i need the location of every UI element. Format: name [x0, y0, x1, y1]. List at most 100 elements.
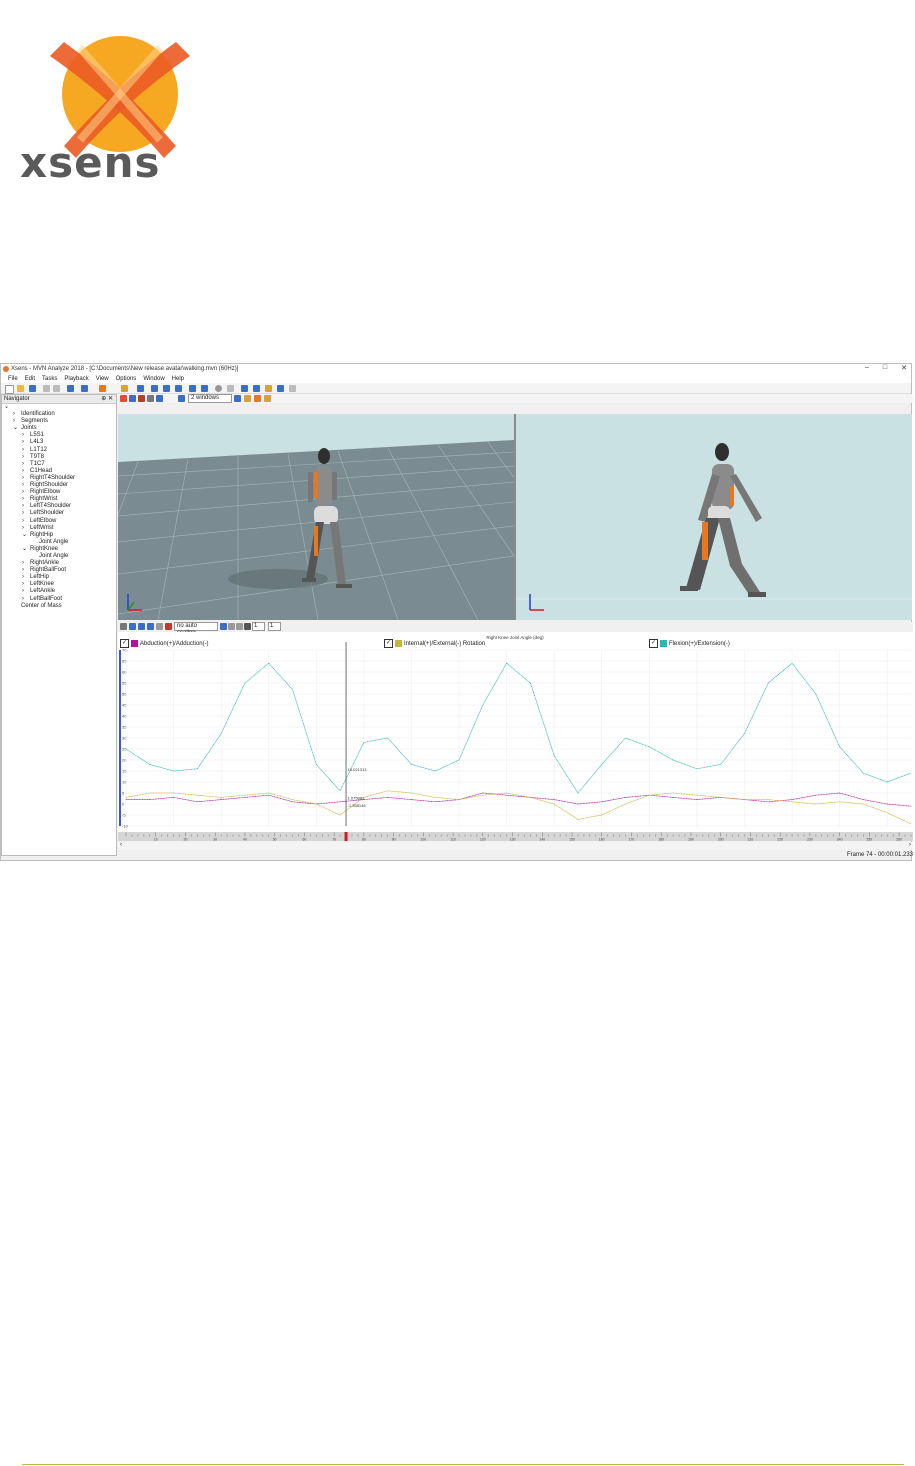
menu-help[interactable]: Help: [172, 376, 184, 382]
tree-item[interactable]: › L4L3: [2, 439, 116, 446]
menu-options[interactable]: Options: [116, 376, 137, 382]
import-icon[interactable]: [253, 385, 260, 392]
save-icon[interactable]: [29, 385, 36, 392]
chevron-right-icon[interactable]: ›: [22, 503, 30, 510]
avatar-icon[interactable]: [156, 395, 163, 402]
recording-icon[interactable]: [121, 385, 128, 392]
playhead-marker[interactable]: [344, 832, 348, 841]
tree-item[interactable]: › T1C7: [2, 461, 116, 468]
tree-item[interactable]: › LeftBallFoot: [2, 596, 116, 603]
chevron-down-icon[interactable]: ⌄: [22, 532, 30, 539]
chevron-right-icon[interactable]: ›: [22, 574, 30, 581]
redo-icon[interactable]: [81, 385, 88, 392]
tree-item[interactable]: › RightElbow: [2, 489, 116, 496]
tree-item[interactable]: › Identification: [2, 411, 116, 418]
legend-checkbox[interactable]: ✓: [384, 639, 393, 648]
chevron-right-icon[interactable]: ›: [22, 588, 30, 595]
chevron-right-icon[interactable]: ›: [22, 439, 30, 446]
fit-icon[interactable]: [147, 623, 154, 630]
tree-item[interactable]: ⌄ RightKnee: [2, 546, 116, 553]
tree-item[interactable]: › L1T12: [2, 447, 116, 454]
chevron-right-icon[interactable]: ›: [22, 581, 30, 588]
tree-item[interactable]: ⌄: [2, 404, 116, 411]
scroll-left-icon[interactable]: ‹: [120, 842, 122, 848]
chevron-right-icon[interactable]: ›: [13, 411, 21, 418]
legend-checkbox[interactable]: ✓: [649, 639, 658, 648]
undo-icon[interactable]: [67, 385, 74, 392]
legend-toggle-icon[interactable]: [236, 623, 243, 630]
viewport-perspective[interactable]: [118, 414, 514, 620]
link-icon[interactable]: [227, 385, 234, 392]
tree-item[interactable]: › RightT4Shoulder: [2, 475, 116, 482]
camera-icon[interactable]: [120, 395, 127, 402]
chart-type-icon[interactable]: [220, 623, 227, 630]
chevron-right-icon[interactable]: ›: [22, 468, 30, 475]
scale-icon[interactable]: [165, 623, 172, 630]
display-icon[interactable]: [234, 395, 241, 402]
skip-forward-icon[interactable]: [201, 385, 208, 392]
tree-item[interactable]: › LeftWrist: [2, 525, 116, 532]
pan-icon[interactable]: [129, 623, 136, 630]
layout-grid-icon[interactable]: [244, 623, 251, 630]
chevron-right-icon[interactable]: ›: [22, 496, 30, 503]
menu-view[interactable]: View: [96, 376, 109, 382]
chevron-right-icon[interactable]: ›: [22, 567, 30, 574]
floor-icon[interactable]: [147, 395, 154, 402]
tree-item[interactable]: Joint Angle: [2, 553, 116, 560]
maximize-button[interactable]: □: [883, 364, 887, 372]
tree-item[interactable]: › C1Head: [2, 468, 116, 475]
chevron-right-icon[interactable]: ›: [22, 475, 30, 482]
tree-item[interactable]: › RightShoulder: [2, 482, 116, 489]
chevron-right-icon[interactable]: ›: [22, 482, 30, 489]
grid-icon[interactable]: [129, 395, 136, 402]
tree-item[interactable]: › RightBallFoot: [2, 567, 116, 574]
close-button[interactable]: ✕: [901, 364, 907, 372]
window-layout-select[interactable]: 2 windows: [188, 394, 232, 403]
menu-edit[interactable]: Edit: [25, 376, 35, 382]
refresh-icon[interactable]: [137, 385, 144, 392]
prop-icon[interactable]: [264, 395, 271, 402]
tree-item[interactable]: › RightWrist: [2, 496, 116, 503]
legend-flexion[interactable]: ✓ Flexion(+)/Extension(-): [649, 639, 730, 648]
chevron-down-icon[interactable]: ⌄: [22, 546, 30, 553]
chevron-down-icon[interactable]: ⌄: [4, 404, 12, 411]
cols-stepper[interactable]: 1: [268, 622, 281, 631]
tree-item[interactable]: Joint Angle: [2, 539, 116, 546]
new-file-icon[interactable]: [5, 385, 14, 394]
tree-item[interactable]: › LeftAnkle: [2, 588, 116, 595]
menu-playback[interactable]: Playback: [64, 376, 88, 382]
rows-stepper[interactable]: 1: [252, 622, 265, 631]
zoom-icon[interactable]: [138, 623, 145, 630]
export-icon[interactable]: [241, 385, 248, 392]
viewport-side[interactable]: [516, 414, 912, 620]
chevron-right-icon[interactable]: ›: [22, 454, 30, 461]
chevron-right-icon[interactable]: ›: [13, 418, 21, 425]
layout-icon[interactable]: [289, 385, 296, 392]
joint-angle-graph[interactable]: Right Knee Joint Angle (deg)706560555045…: [118, 632, 913, 832]
menu-file[interactable]: File: [8, 376, 18, 382]
tree-item[interactable]: Center of Mass: [2, 603, 116, 610]
chevron-right-icon[interactable]: ›: [22, 596, 30, 603]
tree-item[interactable]: › Segments: [2, 418, 116, 425]
chevron-right-icon[interactable]: ›: [22, 489, 30, 496]
scroll-right-icon[interactable]: ›: [909, 842, 911, 848]
grid-toggle-icon[interactable]: [228, 623, 235, 630]
report-icon[interactable]: [277, 385, 284, 392]
tree-item[interactable]: › RightAnkle: [2, 560, 116, 567]
legend-rotation[interactable]: ✓ Internal(+)/External(-) Rotation: [384, 639, 485, 648]
tree-item[interactable]: › LeftKnee: [2, 581, 116, 588]
legend-checkbox[interactable]: ✓: [120, 639, 129, 648]
tree-item[interactable]: ⌄ Joints: [2, 425, 116, 432]
chevron-right-icon[interactable]: ›: [22, 432, 30, 439]
menu-tasks[interactable]: Tasks: [42, 376, 57, 382]
step-back-icon[interactable]: [163, 385, 170, 392]
edit-icon[interactable]: [265, 385, 272, 392]
timeline-ruler[interactable]: 10 20 30 40 50 60 70 80 90 100 110 120 130 140 150 160 1…: [118, 832, 913, 841]
chevron-right-icon[interactable]: ›: [22, 461, 30, 468]
paint-icon[interactable]: [244, 395, 251, 402]
skip-back-icon[interactable]: [151, 385, 158, 392]
tree-item[interactable]: › T9T8: [2, 454, 116, 461]
chevron-right-icon[interactable]: ›: [22, 510, 30, 517]
print-icon[interactable]: [120, 623, 127, 630]
legend-abduction[interactable]: ✓ Abduction(+)/Adduction(-): [120, 639, 209, 648]
